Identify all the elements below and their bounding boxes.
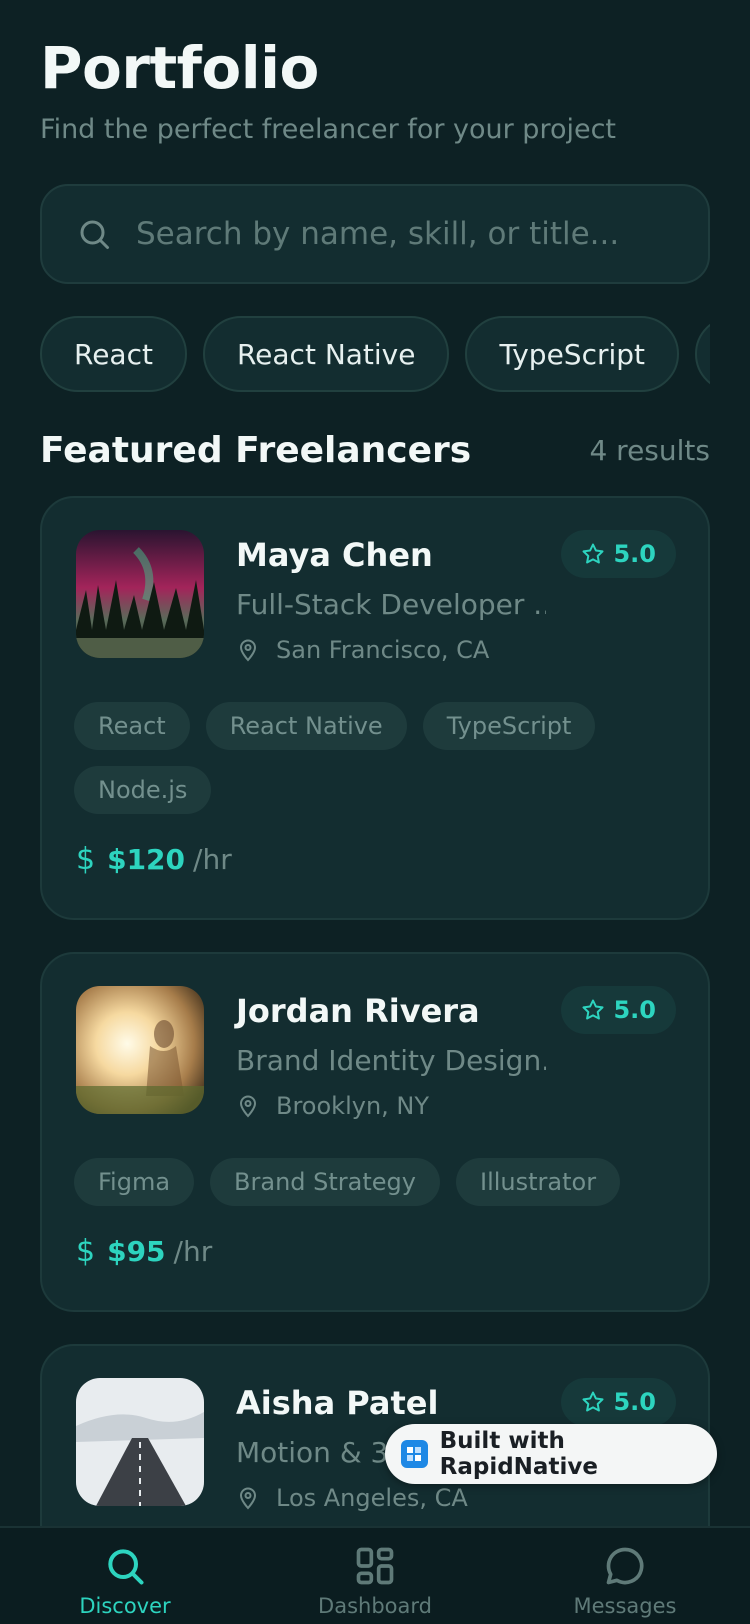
grid-icon	[356, 1547, 394, 1585]
rate-amount: $95	[107, 1235, 166, 1268]
skill-tags: Figma Brand Strategy Illustrator	[74, 1158, 674, 1206]
rate-unit: /hr	[193, 843, 232, 876]
rating-value: 5.0	[613, 1388, 656, 1416]
dollar-icon: $	[76, 1234, 96, 1269]
tab-label: Dashboard	[318, 1594, 432, 1618]
filter-chip-typescript[interactable]: TypeScript	[465, 316, 680, 392]
search-icon	[80, 220, 109, 249]
map-pin-icon	[239, 1487, 257, 1510]
rate-unit: /hr	[173, 1235, 213, 1268]
skill-tag: Illustrator	[456, 1158, 621, 1206]
tab-label: Discover	[79, 1594, 171, 1618]
results-count: 4 results	[589, 434, 710, 467]
skill-tag: Node.js	[74, 766, 212, 814]
freelancer-role: Full-Stack Developer ...	[236, 588, 546, 621]
rating-badge: 5.0	[561, 986, 676, 1034]
tab-label: Messages	[573, 1594, 677, 1618]
location-text: Brooklyn, NY	[276, 1092, 430, 1120]
freelancer-name: Aisha Patel	[236, 1384, 439, 1422]
avatar	[76, 986, 204, 1114]
location-text: San Francisco, CA	[276, 636, 490, 664]
freelancer-name: Maya Chen	[236, 536, 433, 574]
filter-chips: React React Native TypeScript F	[40, 316, 710, 392]
rating-value: 5.0	[613, 540, 656, 568]
tab-dashboard[interactable]: Dashboard	[250, 1528, 500, 1624]
freelancer-card[interactable]: Maya Chen Full-Stack Developer ... San F…	[40, 496, 710, 920]
avatar	[76, 1378, 204, 1506]
rating-value: 5.0	[613, 996, 656, 1024]
tab-discover[interactable]: Discover	[0, 1528, 250, 1624]
avatar	[76, 530, 204, 658]
skill-tag: TypeScript	[422, 702, 596, 750]
filter-chip-react[interactable]: React	[40, 316, 187, 392]
filter-chip-react-native[interactable]: React Native	[202, 316, 450, 392]
search-icon	[108, 1549, 144, 1585]
skill-tag: React	[74, 702, 190, 750]
map-pin-icon	[239, 639, 257, 662]
location-text: Los Angeles, CA	[276, 1484, 468, 1512]
hourly-rate: $ $120 /hr	[76, 842, 232, 877]
search-input[interactable]	[136, 216, 708, 252]
star-icon	[582, 1391, 604, 1412]
rating-badge: 5.0	[561, 530, 676, 578]
dollar-icon: $	[76, 842, 96, 877]
skill-tag: React Native	[205, 702, 407, 750]
skill-tags: React React Native TypeScript Node.js	[74, 702, 674, 814]
badge-label: Built with RapidNative	[439, 1428, 598, 1480]
freelancer-role: Brand Identity Design...	[236, 1044, 546, 1077]
freelancer-location: Brooklyn, NY	[236, 1092, 429, 1120]
star-icon	[582, 999, 604, 1020]
search-bar[interactable]	[40, 184, 710, 284]
star-icon	[582, 543, 604, 564]
freelancer-location: Los Angeles, CA	[236, 1484, 468, 1512]
freelancer-location: San Francisco, CA	[236, 636, 489, 664]
freelancer-name: Jordan Rivera	[236, 992, 480, 1030]
bottom-tab-bar: Discover Dashboard Messages	[0, 1526, 750, 1624]
filter-chip-partial[interactable]: F	[695, 316, 710, 392]
freelancer-card[interactable]: Jordan Rivera Brand Identity Design... B…	[40, 952, 710, 1312]
skill-tag: Brand Strategy	[210, 1158, 440, 1206]
skill-tag: Figma	[74, 1158, 195, 1206]
rapidnative-logo-icon	[401, 1440, 428, 1468]
section-title: Featured Freelancers	[40, 430, 472, 471]
page-subtitle: Find the perfect freelancer for your pro…	[40, 114, 617, 145]
tab-messages[interactable]: Messages	[500, 1528, 750, 1624]
map-pin-icon	[239, 1095, 257, 1118]
chat-bubble-icon	[606, 1547, 644, 1585]
screen: Portfolio Find the perfect freelancer fo…	[0, 0, 750, 1624]
rate-amount: $120	[107, 843, 186, 876]
page-title: Portfolio	[40, 34, 319, 102]
built-with-badge[interactable]: Built with RapidNative	[385, 1424, 717, 1484]
rating-badge: 5.0	[561, 1378, 676, 1426]
hourly-rate: $ $95 /hr	[76, 1234, 212, 1269]
